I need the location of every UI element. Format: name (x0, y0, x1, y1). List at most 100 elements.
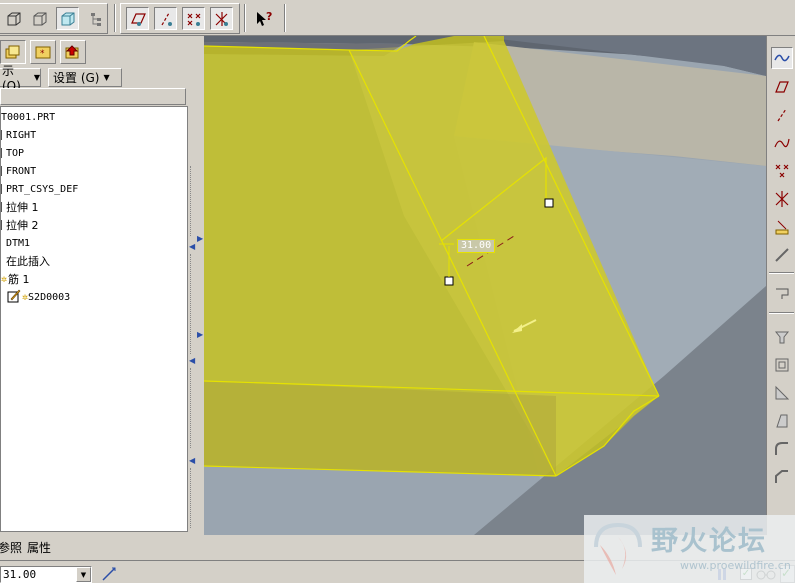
chevron-right-icon[interactable]: ▶ (197, 330, 203, 339)
insert-arrow-icon (1, 256, 5, 266)
tree-item-dtm1[interactable]: DTM1 (1, 235, 30, 251)
tree-item-label: T0001.PRT (1, 111, 56, 123)
csys-tool-icon[interactable] (771, 188, 793, 210)
wireframe-icon[interactable] (2, 7, 25, 30)
splitter-grip (190, 368, 193, 448)
spline-tool-icon[interactable] (771, 47, 793, 69)
datum-plane-tool-icon[interactable] (771, 76, 793, 98)
dimension-label[interactable]: 31.00 (457, 239, 496, 253)
tree-item-insert-here[interactable]: 在此插入 (1, 253, 50, 269)
model-view (204, 36, 766, 535)
chamfer-tool-icon[interactable] (771, 466, 793, 488)
context-help-icon[interactable]: ? (252, 7, 275, 30)
draft-tool-icon[interactable] (771, 410, 793, 432)
datum-plane-icon (1, 166, 5, 176)
toolbar-separator (769, 272, 794, 274)
splitter-arrow-strip: ▶ ▶ (196, 36, 204, 535)
drag-handle[interactable] (544, 198, 554, 208)
watermark: 野火论坛 www.proewildfire.cn (584, 515, 795, 583)
tree-item-label: PRT_CSYS_DEF (6, 183, 79, 195)
tree-column-header (0, 88, 186, 105)
rib-tool-icon[interactable] (771, 382, 793, 404)
tree-item-rib-1[interactable]: ✲ 筋 1 (1, 271, 30, 287)
datum-plane-toggle-icon[interactable] (126, 7, 149, 30)
splitter-grip (190, 468, 193, 528)
csys-icon (1, 184, 5, 194)
splitter-grip (190, 166, 193, 236)
show-menu[interactable]: 示 (Q) ▼ (0, 64, 41, 93)
tree-item-label: FRONT (6, 165, 37, 177)
tree-item-label: 在此插入 (6, 255, 50, 268)
shaded-icon[interactable] (56, 7, 79, 30)
datum-axis-tool-icon[interactable] (771, 104, 793, 126)
analysis-tool-icon[interactable] (771, 216, 793, 238)
watermark-logo (594, 522, 642, 575)
chevron-down-icon[interactable]: ▼ (76, 567, 91, 582)
sketch-icon (7, 289, 21, 306)
chevron-left-icon[interactable]: ◀ (189, 456, 195, 465)
hole-tool-icon[interactable] (771, 326, 793, 348)
datum-point-tool-icon[interactable] (771, 160, 793, 182)
settings-menu-label: 设置 (G) (53, 71, 100, 85)
chevron-right-icon[interactable]: ▶ (197, 234, 203, 243)
toolbar-separator (114, 4, 116, 32)
tree-item-sketch[interactable]: ✲ S2D0003 (7, 289, 70, 305)
favorites-tab[interactable] (60, 40, 86, 64)
datum-curve-tool-icon[interactable] (771, 132, 793, 154)
svg-text:?: ? (266, 10, 272, 23)
toolbar-separator (244, 4, 246, 32)
graphics-viewport[interactable]: 31.00 (204, 36, 766, 535)
shell-tool-icon[interactable] (771, 354, 793, 376)
round-tool-icon[interactable] (771, 438, 793, 460)
tree-item-label: TOP (6, 147, 25, 159)
tree-item-front[interactable]: FRONT (1, 163, 36, 179)
chevron-left-icon[interactable]: ◀ (189, 242, 195, 251)
dimension-value: 31.00 (461, 240, 492, 251)
chevron-down-icon: ▼ (103, 73, 110, 82)
tree-item-label: DTM1 (6, 237, 31, 249)
panel-splitter[interactable]: ◀ ◀ ◀ (188, 106, 196, 532)
tree-item-extrude-2[interactable]: 拉伸 2 (1, 217, 39, 233)
flip-direction-icon[interactable] (100, 565, 118, 583)
datum-plane-icon (1, 130, 5, 140)
top-toolbar: ? (0, 0, 795, 36)
rib-icon: ✲ (1, 273, 8, 285)
settings-menu[interactable]: 设置 (G) ▼ (48, 68, 122, 87)
toolbar-separator (769, 312, 794, 314)
sketch-toolbar (766, 36, 795, 535)
model-tree-panel: * 示 (Q) ▼ 设置 (G) ▼ T0001.PRT RIGHT TOP FRO… (0, 36, 204, 535)
datum-plane-icon (1, 148, 5, 158)
svg-text:*: * (40, 49, 45, 59)
tree-item-extrude-1[interactable]: 拉伸 1 (1, 199, 39, 215)
extrude-icon (1, 220, 5, 230)
tree-item-label: RIGHT (6, 129, 37, 141)
datum-plane-icon (1, 238, 5, 248)
tree-item-csys[interactable]: PRT_CSYS_DEF (1, 181, 78, 197)
model-tree-tab[interactable] (0, 40, 26, 64)
folder-browser-tab[interactable]: * (30, 40, 56, 64)
extrude-icon (1, 202, 5, 212)
model-tree-toggle-icon[interactable] (84, 7, 107, 30)
toolbar-separator (284, 4, 286, 32)
tree-item-label: 拉伸 1 (6, 201, 39, 214)
tree-item-right[interactable]: RIGHT (1, 127, 36, 143)
splitter-grip (190, 254, 193, 354)
insert-tool-icon[interactable] (771, 282, 793, 304)
hidden-line-icon[interactable] (28, 7, 51, 30)
tree-item-part[interactable]: T0001.PRT (1, 109, 55, 125)
measure-tool-icon[interactable] (771, 244, 793, 266)
model-tree: T0001.PRT RIGHT TOP FRONT PRT_CSYS_DEF 拉… (0, 106, 188, 532)
datum-point-toggle-icon[interactable] (182, 7, 205, 30)
tree-item-top[interactable]: TOP (1, 145, 24, 161)
drag-handle[interactable] (444, 276, 454, 286)
chevron-down-icon: ▼ (33, 73, 40, 82)
datum-axis-toggle-icon[interactable] (154, 7, 177, 30)
tab-references[interactable]: 参照 (0, 539, 22, 556)
tree-item-label: 筋 1 (8, 273, 30, 286)
csys-toggle-icon[interactable] (210, 7, 233, 30)
watermark-title: 野火论坛 (651, 526, 767, 557)
tab-properties[interactable]: 属性 (27, 539, 51, 556)
chevron-left-icon[interactable]: ◀ (189, 356, 195, 365)
watermark-url: www.proewildfire.cn (680, 559, 791, 572)
tree-item-label: S2D0003 (28, 291, 71, 303)
